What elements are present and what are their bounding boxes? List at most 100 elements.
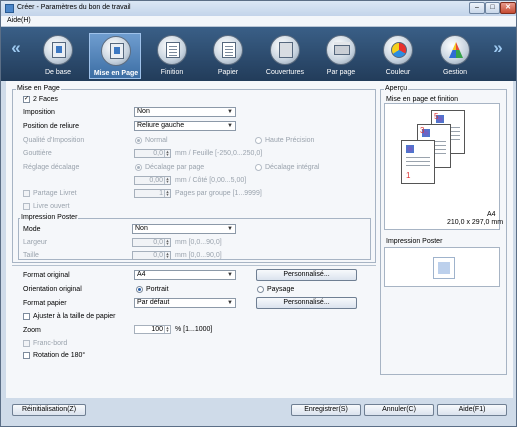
imposition-quality-label: Qualité d'Imposition (23, 137, 85, 144)
basic-icon (43, 35, 73, 65)
layout-group-title: Mise en Page (16, 85, 61, 92)
stepper-arrows-icon: ▲ ▼ (164, 325, 170, 333)
poster-preview (384, 247, 500, 287)
quality-high-label: Haute Précision (265, 137, 315, 144)
layout-icon (101, 36, 131, 66)
per-page-icon (326, 35, 356, 65)
tab-finishing[interactable]: Finition (146, 33, 198, 79)
imposition-select[interactable]: Non ▼ (134, 107, 236, 117)
page-number: 1 (406, 171, 411, 180)
paper-custom-button[interactable]: Personnalisé... (256, 297, 357, 309)
bleed-checkbox[interactable] (23, 340, 30, 347)
zoom-stepper[interactable]: 100 ▲ ▼ (134, 325, 171, 334)
zoom-label: Zoom (23, 327, 41, 334)
paper-format-label: Format papier (23, 300, 67, 307)
booklet-split-checkbox[interactable] (23, 190, 30, 197)
tab-covers[interactable]: Couvertures (259, 33, 311, 79)
shift-per-page-radio[interactable] (135, 164, 142, 171)
scroll-left-icon[interactable]: « (9, 39, 23, 59)
chevron-down-icon: ▼ (227, 226, 233, 232)
cancel-button[interactable]: Annuler(C) (364, 404, 434, 416)
quality-high-radio[interactable] (255, 137, 262, 144)
finishing-icon (157, 35, 187, 65)
booklet-split-label: Partage Livret (33, 190, 77, 197)
original-format-label: Format original (23, 272, 70, 279)
fit-paper-label: Ajuster à la taille de papier (33, 313, 116, 320)
preview-group-title: Aperçu (384, 85, 409, 92)
tab-label: Par page (326, 69, 356, 76)
poster-width-stepper[interactable]: 0,0 ▲ ▼ (132, 238, 171, 247)
poster-mode-label: Mode (23, 226, 41, 233)
portrait-radio[interactable] (136, 286, 143, 293)
landscape-label: Paysage (267, 286, 295, 293)
rotate-checkbox[interactable] (23, 352, 30, 359)
minimize-button[interactable]: – (469, 2, 485, 14)
poster-width-label: Largeur (23, 239, 48, 246)
original-format-select[interactable]: A4 ▼ (134, 270, 236, 280)
tab-management[interactable]: Gestion (429, 33, 481, 79)
tab-label: Finition (160, 69, 184, 76)
shift-integral-label: Décalage intégral (265, 164, 320, 171)
save-button[interactable]: Enregistrer(S) (291, 404, 361, 416)
covers-icon (270, 35, 300, 65)
category-toolbar: « De base Mise en Page Finition Papier C… (1, 27, 516, 81)
paper-format-select[interactable]: Par défaut ▼ (134, 298, 236, 308)
stepper-arrows-icon: ▲ ▼ (164, 238, 170, 246)
tab-layout[interactable]: Mise en Page (89, 33, 141, 79)
booklet-split-stepper[interactable]: 1 ▲ ▼ (134, 189, 171, 198)
two-sided-label: 2 Faces (33, 96, 58, 103)
chevron-down-icon: ▼ (227, 123, 233, 129)
booklet-split-unit: Pages par groupe [1...9999] (175, 190, 262, 197)
tab-basic[interactable]: De base (32, 33, 84, 79)
gutter-label: Gouttière (23, 150, 52, 157)
management-icon (440, 35, 470, 65)
preview-poster-title: Impression Poster (386, 238, 443, 245)
orientation-label: Orientation original (23, 286, 82, 293)
tab-per-page[interactable]: Par page (315, 33, 367, 79)
poster-page-icon (433, 257, 455, 279)
window-title: Créer - Paramètres du bon de travail (17, 4, 131, 11)
poster-height-label: Taille (23, 252, 39, 259)
fit-paper-checkbox[interactable] (23, 313, 30, 320)
page-image-icon (406, 145, 414, 153)
gutter-stepper[interactable]: 0,0 ▲ ▼ (134, 149, 171, 158)
open-book-label: Livre ouvert (33, 203, 70, 210)
poster-mode-select[interactable]: Non ▼ (132, 224, 236, 234)
maximize-button[interactable]: □ (485, 2, 500, 14)
zoom-unit: % [1...1000] (175, 326, 213, 333)
bleed-label: Franc-bord (33, 340, 68, 347)
landscape-radio[interactable] (257, 286, 264, 293)
tab-paper[interactable]: Papier (202, 33, 254, 79)
quality-normal-label: Normal (145, 137, 168, 144)
chevron-down-icon: ▼ (227, 300, 233, 306)
poster-width-unit: mm [0,0...90,0] (175, 239, 222, 246)
paper-name: A4 (487, 211, 496, 218)
poster-height-stepper[interactable]: 0,0 ▲ ▼ (132, 251, 171, 260)
color-icon (383, 35, 413, 65)
two-sided-checkbox[interactable]: ✓ (23, 96, 30, 103)
open-book-checkbox[interactable] (23, 203, 30, 210)
poster-height-unit: mm [0,0...90,0] (175, 252, 222, 259)
menu-bar: Aide(H) (1, 16, 516, 27)
binding-select[interactable]: Reliure gauche ▼ (134, 121, 236, 131)
binding-label: Position de reliure (23, 123, 80, 130)
menu-help[interactable]: Aide(H) (7, 17, 31, 24)
stepper-arrows-icon: ▲ ▼ (164, 251, 170, 259)
help-button[interactable]: Aide(F1) (437, 404, 507, 416)
quality-normal-radio[interactable] (135, 137, 142, 144)
close-button[interactable]: ✕ (500, 2, 516, 14)
app-icon (5, 4, 14, 13)
original-custom-button[interactable]: Personnalisé... (256, 269, 357, 281)
scroll-right-icon[interactable]: » (491, 39, 505, 59)
shift-stepper[interactable]: 0,00 ▲ ▼ (134, 176, 171, 185)
tab-label: Gestion (442, 69, 468, 76)
shift-unit: mm / Côté [0,00...5,00] (175, 177, 247, 184)
stepper-arrows-icon: ▲ ▼ (164, 149, 170, 157)
tab-label: De base (44, 69, 72, 76)
poster-group-title: Impression Poster (20, 214, 79, 221)
imposition-label: Imposition (23, 109, 55, 116)
reset-button[interactable]: Réinitialisation(Z) (12, 404, 86, 416)
shift-integral-radio[interactable] (255, 164, 262, 171)
layout-preview: 5 3 1 A4 210,0 x 297,0 mm (384, 103, 503, 230)
tab-color[interactable]: Couleur (372, 33, 424, 79)
